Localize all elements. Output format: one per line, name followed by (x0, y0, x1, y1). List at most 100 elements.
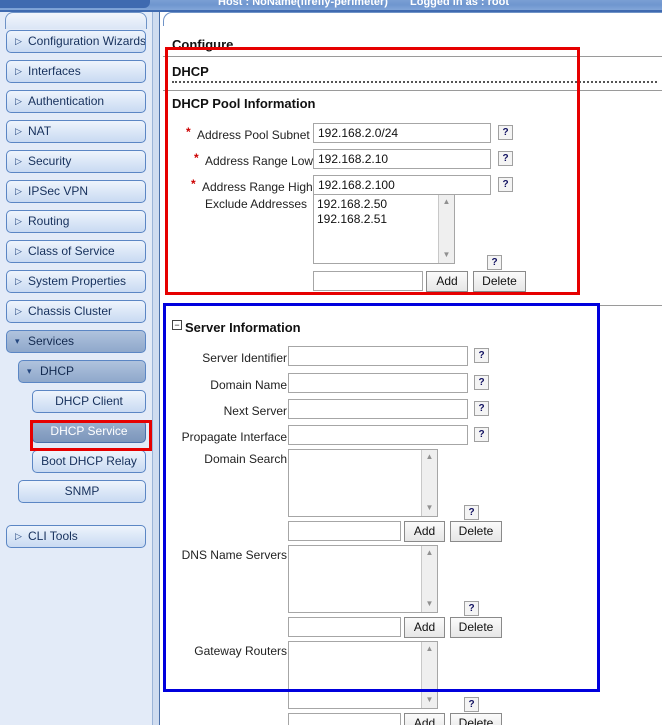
domain-search-entry-input[interactable] (288, 521, 401, 541)
header-logged-in-label: Logged in as : root (410, 0, 509, 8)
dns-name-servers-listbox[interactable]: ▲ ▼ (288, 545, 438, 613)
sidebar-item-label: Security (28, 154, 72, 168)
help-icon[interactable]: ? (487, 255, 502, 270)
dns-name-servers-entry-input[interactable] (288, 617, 401, 637)
address-pool-subnet-label: Address Pool Subnet (197, 128, 310, 142)
gateway-routers-listbox[interactable]: ▲ ▼ (288, 641, 438, 709)
sidebar-item-system-properties[interactable]: ▷ System Properties (6, 270, 146, 293)
scroll-up-icon[interactable]: ▲ (422, 642, 437, 657)
sidebar-scrollbar[interactable] (152, 12, 160, 725)
main-panel-tab (163, 12, 662, 26)
gateway-routers-add-button[interactable]: Add (404, 713, 445, 725)
dns-name-servers-add-button[interactable]: Add (404, 617, 445, 638)
scroll-up-icon[interactable]: ▲ (439, 195, 454, 210)
dhcp-section-divider (163, 90, 662, 91)
scroll-up-icon[interactable]: ▲ (422, 546, 437, 561)
help-icon[interactable]: ? (464, 505, 479, 520)
sidebar-item-chassis-cluster[interactable]: ▷ Chassis Cluster (6, 300, 146, 323)
sidebar-item-security[interactable]: ▷ Security (6, 150, 146, 173)
domain-search-delete-button[interactable]: Delete (450, 521, 502, 542)
domain-search-label: Domain Search (204, 452, 287, 466)
exclude-addresses-scrollbar[interactable]: ▲ ▼ (438, 195, 454, 263)
sidebar-item-nat[interactable]: ▷ NAT (6, 120, 146, 143)
sidebar-top-tab (5, 12, 147, 29)
address-range-high-label: Address Range High (202, 180, 313, 194)
address-range-low-input[interactable] (313, 149, 491, 169)
help-icon[interactable]: ? (464, 697, 479, 712)
gateway-routers-scrollbar[interactable]: ▲ ▼ (421, 642, 437, 708)
chevron-right-icon: ▷ (15, 186, 22, 196)
sidebar-item-label: Chassis Cluster (28, 304, 113, 318)
domain-search-add-button[interactable]: Add (404, 521, 445, 542)
help-icon[interactable]: ? (474, 401, 489, 416)
main-content-panel: Configure DHCP DHCP Pool Information * A… (163, 12, 662, 725)
gateway-routers-delete-button[interactable]: Delete (450, 713, 502, 725)
gateway-routers-entry-input[interactable] (288, 713, 401, 725)
help-icon[interactable]: ? (498, 177, 513, 192)
domain-search-scrollbar[interactable]: ▲ ▼ (421, 450, 437, 516)
scroll-down-icon[interactable]: ▼ (439, 248, 454, 263)
exclude-addresses-label: Exclude Addresses (204, 197, 307, 211)
chevron-down-icon: ▾ (15, 336, 20, 346)
sidebar-item-dhcp[interactable]: ▾ DHCP (18, 360, 146, 383)
help-icon[interactable]: ? (498, 125, 513, 140)
propagate-interface-label: Propagate Interface (181, 430, 287, 444)
sidebar-item-authentication[interactable]: ▷ Authentication (6, 90, 146, 113)
dns-name-servers-delete-button[interactable]: Delete (450, 617, 502, 638)
sidebar-item-label: SNMP (64, 484, 100, 498)
domain-name-input[interactable] (288, 373, 468, 393)
list-item[interactable]: 192.168.2.50 (317, 197, 438, 212)
help-icon[interactable]: ? (474, 348, 489, 363)
chevron-down-icon: ▾ (27, 366, 32, 376)
help-icon[interactable]: ? (498, 151, 513, 166)
sidebar-item-ipsec-vpn[interactable]: ▷ IPSec VPN (6, 180, 146, 203)
scroll-down-icon[interactable]: ▼ (422, 597, 437, 612)
list-item[interactable]: 192.168.2.51 (317, 212, 438, 227)
exclude-addresses-add-button[interactable]: Add (426, 271, 468, 292)
required-asterisk: * (194, 151, 199, 165)
propagate-interface-input[interactable] (288, 425, 468, 445)
scroll-up-icon[interactable]: ▲ (422, 450, 437, 465)
scroll-down-icon[interactable]: ▼ (422, 501, 437, 516)
scroll-down-icon[interactable]: ▼ (422, 693, 437, 708)
exclude-addresses-entry-input[interactable] (313, 271, 423, 291)
gateway-routers-label: Gateway Routers (194, 644, 287, 658)
sidebar-item-routing[interactable]: ▷ Routing (6, 210, 146, 233)
sidebar-item-class-of-service[interactable]: ▷ Class of Service (6, 240, 146, 263)
sidebar-item-label: DHCP Client (55, 394, 123, 408)
sidebar-nav-panel: ▷ Configuration Wizards ▷ Interfaces ▷ A… (0, 12, 160, 725)
pool-section-divider (163, 305, 662, 306)
sidebar-item-dhcp-service[interactable]: DHCP Service (32, 420, 146, 443)
sidebar-item-snmp[interactable]: SNMP (18, 480, 146, 503)
exclude-addresses-listbox[interactable]: 192.168.2.50 192.168.2.51 ▲ ▼ (313, 194, 455, 264)
exclude-addresses-delete-button[interactable]: Delete (473, 271, 526, 292)
chevron-right-icon: ▷ (15, 96, 22, 106)
required-asterisk: * (186, 125, 191, 139)
sidebar-item-interfaces[interactable]: ▷ Interfaces (6, 60, 146, 83)
server-info-collapse-toggle[interactable]: − (172, 320, 182, 330)
help-icon[interactable]: ? (464, 601, 479, 616)
chevron-right-icon: ▷ (15, 306, 22, 316)
sidebar-item-services[interactable]: ▾ Services (6, 330, 146, 353)
help-icon[interactable]: ? (474, 375, 489, 390)
chevron-right-icon: ▷ (15, 276, 22, 286)
next-server-input[interactable] (288, 399, 468, 419)
chevron-right-icon: ▷ (15, 531, 22, 541)
address-pool-subnet-input[interactable] (313, 123, 491, 143)
sidebar-item-dhcp-client[interactable]: DHCP Client (32, 390, 146, 413)
page-title: Configure (172, 37, 234, 52)
chevron-right-icon: ▷ (15, 156, 22, 166)
sidebar-item-label: Authentication (28, 94, 105, 108)
chevron-right-icon: ▷ (15, 66, 22, 76)
sidebar-item-label: Class of Service (28, 244, 115, 258)
sidebar-item-boot-dhcp-relay[interactable]: Boot DHCP Relay (32, 450, 146, 473)
dns-name-servers-scrollbar[interactable]: ▲ ▼ (421, 546, 437, 612)
sidebar-item-configuration-wizards[interactable]: ▷ Configuration Wizards (6, 30, 146, 53)
address-range-high-input[interactable] (313, 175, 491, 195)
sidebar-nav-background: ▷ Configuration Wizards ▷ Interfaces ▷ A… (0, 12, 152, 725)
sidebar-item-cli-tools[interactable]: ▷ CLI Tools (6, 525, 146, 548)
server-identifier-input[interactable] (288, 346, 468, 366)
dns-name-servers-label: DNS Name Servers (181, 548, 287, 562)
domain-search-listbox[interactable]: ▲ ▼ (288, 449, 438, 517)
help-icon[interactable]: ? (474, 427, 489, 442)
